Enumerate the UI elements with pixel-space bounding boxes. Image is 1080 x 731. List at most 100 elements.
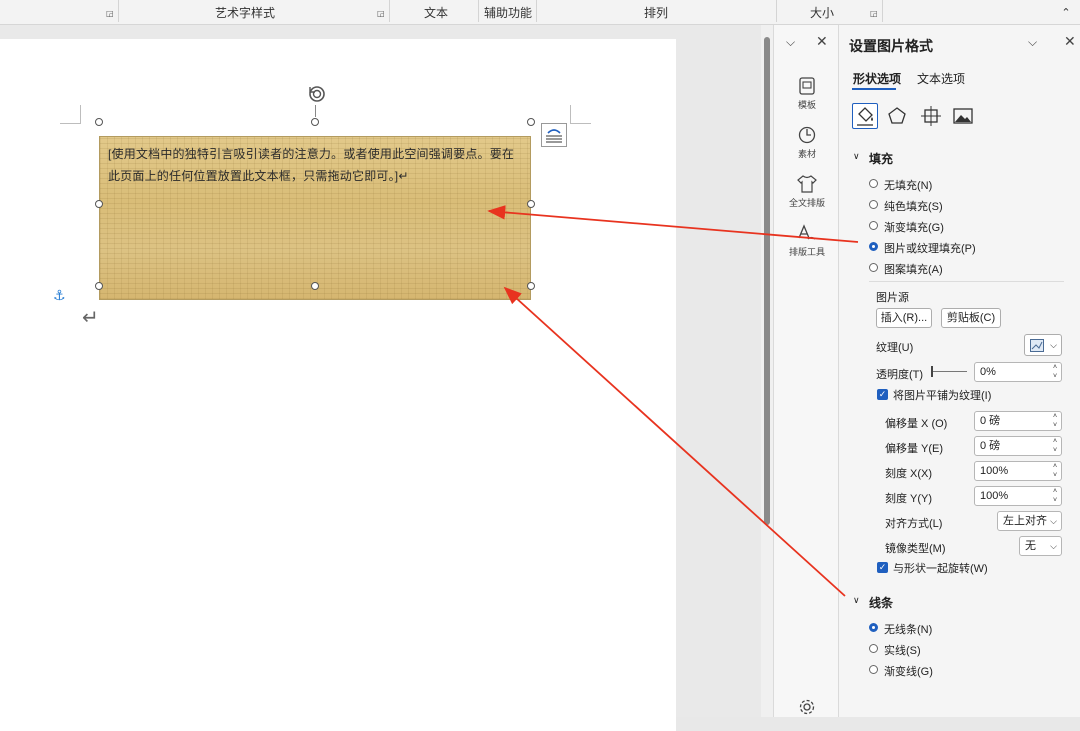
pane-close-icon[interactable]: ✕: [1064, 33, 1076, 50]
offset-y-input[interactable]: 0 磅 ˄ ˅: [974, 436, 1062, 456]
sidebar-item-label: 素材: [797, 149, 816, 159]
insert-button[interactable]: 插入(R)...: [876, 308, 932, 328]
scale-x-label: 刻度 X(X): [885, 468, 933, 480]
resize-handle[interactable]: [311, 118, 319, 126]
spin-arrows-icon[interactable]: ˄ ˅: [1051, 363, 1059, 381]
line-section-header[interactable]: 线条: [869, 594, 893, 611]
typeset-tool-icon: [798, 224, 816, 240]
tile-checkbox[interactable]: ✓: [877, 389, 888, 400]
scale-x-input[interactable]: 100% ˄ ˅: [974, 461, 1062, 481]
clipboard-button[interactable]: 剪贴板(C): [941, 308, 1001, 328]
ribbon-group-accessibility: 辅助功能: [483, 6, 532, 20]
radio-no-fill[interactable]: [869, 179, 878, 188]
sidebar-item-template[interactable]: 模板: [774, 77, 840, 111]
resize-handle[interactable]: [95, 200, 103, 208]
dialog-launcher-icon[interactable]: ◲: [377, 10, 385, 18]
divider: [869, 281, 1064, 282]
collapse-chevron-icon[interactable]: ∨: [853, 595, 860, 606]
anchor-icon: ⚓: [53, 287, 66, 303]
radio-label: 无填充(N): [884, 180, 933, 192]
pane-options-chevron-icon[interactable]: ⌵: [1028, 35, 1037, 50]
ribbon: ◲ 艺术字样式 ◲ 文本 辅助功能 排列 大小 ◲ ⌃: [0, 0, 1080, 25]
size-properties-icon[interactable]: [918, 103, 944, 129]
dialog-launcher-icon[interactable]: ◲: [106, 10, 114, 18]
transparency-input[interactable]: 0% ˄ ˅: [974, 362, 1062, 382]
sidebar-item-material[interactable]: 素材: [774, 126, 840, 160]
transparency-slider-thumb[interactable]: [931, 366, 933, 377]
scale-y-value: 100%: [980, 490, 1009, 502]
scale-y-label: 刻度 Y(Y): [885, 493, 933, 505]
rotate-handle-icon[interactable]: [306, 83, 328, 105]
tab-text-options[interactable]: 文本选项: [917, 70, 965, 87]
collapse-chevron-icon[interactable]: ∨: [853, 151, 860, 162]
ribbon-separator: [882, 0, 883, 22]
fill-section-header[interactable]: 填充: [869, 150, 893, 167]
ribbon-group-arrange: 排列: [643, 6, 668, 20]
offset-x-value: 0 磅: [980, 415, 1001, 427]
textbox-text[interactable]: [使用文档中的独特引言吸引读者的注意力。或者使用此空间强调要点。要在此页面上的任…: [108, 143, 524, 187]
sidebar-item-label: 全文排版: [788, 198, 825, 208]
offset-y-label: 偏移量 Y(E): [885, 443, 944, 455]
picture-source-label: 图片源: [876, 292, 909, 304]
transparency-value: 0%: [980, 366, 996, 378]
radio-gradient-fill[interactable]: [869, 221, 878, 230]
sidebar-item-label: 排版工具: [788, 247, 825, 257]
tool-sidebar: ⌵ ✕ 模板 素材 全文排版 排版工具: [773, 25, 839, 717]
layout-options-icon[interactable]: [541, 123, 567, 147]
collapse-ribbon-icon[interactable]: ⌃: [1056, 0, 1076, 24]
resize-handle[interactable]: [95, 282, 103, 290]
radio-picture-texture-fill[interactable]: [869, 242, 878, 251]
rotate-with-shape-checkbox[interactable]: ✓: [877, 562, 888, 573]
texture-picker-button[interactable]: ⌵: [1024, 334, 1062, 356]
textbox-papyrus[interactable]: [使用文档中的独特引言吸引读者的注意力。或者使用此空间强调要点。要在此页面上的任…: [99, 136, 531, 300]
dialog-launcher-icon[interactable]: ◲: [870, 10, 878, 18]
radio-label: 图案填充(A): [884, 264, 943, 276]
resize-handle[interactable]: [311, 282, 319, 290]
ribbon-separator: [478, 0, 479, 22]
spin-arrows-icon[interactable]: ˄ ˅: [1051, 437, 1059, 455]
spin-arrows-icon[interactable]: ˄ ˅: [1051, 462, 1059, 480]
ribbon-separator: [536, 0, 537, 22]
tile-checkbox-label: 将图片平铺为纹理(I): [893, 390, 992, 402]
picture-icon[interactable]: [950, 103, 976, 129]
close-icon[interactable]: ✕: [816, 33, 828, 50]
sidebar-item-full-layout[interactable]: 全文排版: [774, 175, 840, 209]
transparency-slider-track[interactable]: [931, 371, 967, 372]
texture-swatch-icon: [1030, 339, 1044, 352]
resize-handle[interactable]: [527, 200, 535, 208]
pentagon-icon[interactable]: [884, 103, 910, 129]
document-page[interactable]: [使用文档中的独特引言吸引读者的注意力。或者使用此空间强调要点。要在此页面上的任…: [0, 39, 676, 731]
tab-shape-options[interactable]: 形状选项: [853, 70, 901, 87]
alignment-dropdown[interactable]: 左上对齐 ⌵: [997, 511, 1062, 531]
radio-label: 渐变线(G): [884, 666, 933, 678]
rotate-with-shape-label: 与形状一起旋转(W): [893, 563, 988, 575]
radio-no-line[interactable]: [869, 623, 878, 632]
settings-gear-icon[interactable]: [799, 699, 815, 715]
offset-x-label: 偏移量 X (O): [885, 418, 948, 430]
offset-x-input[interactable]: 0 磅 ˄ ˅: [974, 411, 1062, 431]
spin-arrows-icon[interactable]: ˄ ˅: [1051, 412, 1059, 430]
ribbon-group-size: 大小: [809, 6, 834, 20]
document-scrollbar[interactable]: [761, 25, 773, 717]
radio-gradient-line[interactable]: [869, 665, 878, 674]
resize-handle[interactable]: [527, 282, 535, 290]
resize-handle[interactable]: [95, 118, 103, 126]
scrollbar-thumb[interactable]: [764, 37, 770, 525]
scale-x-value: 100%: [980, 465, 1009, 477]
mirror-type-dropdown[interactable]: 无 ⌵: [1019, 536, 1062, 556]
radio-pattern-fill[interactable]: [869, 263, 878, 272]
transparency-label: 透明度(T): [876, 369, 924, 381]
chevron-down-icon: ⌵: [1050, 340, 1057, 350]
radio-solid-fill[interactable]: [869, 200, 878, 209]
document-area: [使用文档中的独特引言吸引读者的注意力。或者使用此空间强调要点。要在此页面上的任…: [0, 25, 761, 731]
resize-handle[interactable]: [527, 118, 535, 126]
spin-arrows-icon[interactable]: ˄ ˅: [1051, 487, 1059, 505]
material-icon: [798, 126, 816, 144]
scale-y-input[interactable]: 100% ˄ ˅: [974, 486, 1062, 506]
radio-solid-line[interactable]: [869, 644, 878, 653]
texture-label: 纹理(U): [876, 342, 914, 354]
fill-line-category[interactable]: [852, 103, 878, 129]
chevron-down-icon[interactable]: ⌵: [786, 35, 795, 50]
radio-label: 渐变填充(G): [884, 222, 944, 234]
sidebar-item-typeset-tool[interactable]: 排版工具: [774, 224, 840, 258]
